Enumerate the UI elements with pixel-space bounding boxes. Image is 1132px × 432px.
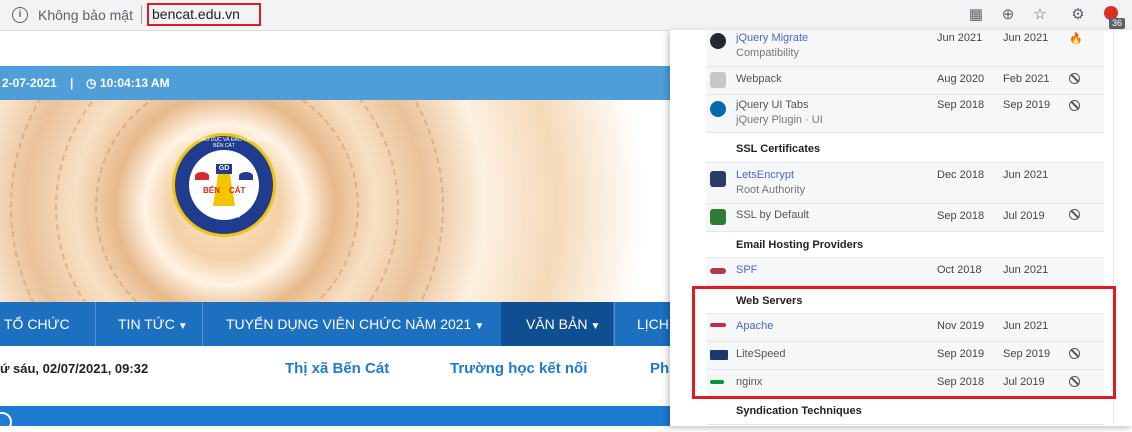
divider <box>706 424 1104 425</box>
first-detected: Sep 2018 <box>937 99 985 111</box>
last-detected: Jun 2021 <box>1003 264 1049 276</box>
extension-gear-icon[interactable]: ⚙ <box>1069 6 1087 24</box>
logo-right-text: CÁT <box>229 186 246 195</box>
nav-label: LỊCH <box>637 316 669 332</box>
ban-icon <box>1069 100 1081 112</box>
logo-gd-text: GD <box>216 164 232 174</box>
last-detected: Jul 2019 <box>1003 210 1045 222</box>
nav-divider <box>614 302 615 346</box>
category-heading-email: Email Hosting Providers <box>736 239 864 251</box>
logo-left-wing <box>195 172 209 180</box>
logo-left-text: BẾN <box>203 186 220 195</box>
school-logo[interactable]: PHÒNG GIÁO DỤC VÀ ĐÀO TẠO THỊ XÃ BẾN CÁT… <box>172 133 276 237</box>
letsencrypt-icon <box>710 171 726 187</box>
first-detected: Dec 2018 <box>937 169 985 181</box>
tech-name[interactable]: Webpack <box>736 73 782 85</box>
first-detected: Aug 2020 <box>937 73 985 85</box>
ticker-link[interactable]: Ph <box>650 360 669 377</box>
tech-row[interactable]: LetsEncrypt Root Authority Dec 2018 Jun … <box>706 163 1104 204</box>
site-time: 10:04:13 AM <box>100 76 170 90</box>
logo-right-wing <box>239 172 253 180</box>
site-banner: PHÒNG GIÁO DỤC VÀ ĐÀO TẠO THỊ XÃ BẾN CÁT… <box>0 100 700 302</box>
section-header-strip <box>0 406 700 432</box>
logo-arc-text: PHÒNG GIÁO DỤC VÀ ĐÀO TẠO THỊ XÃ BẾN CÁT <box>177 137 271 149</box>
date-separator: | <box>70 76 74 90</box>
zoom-icon[interactable]: ⊕ <box>999 6 1017 24</box>
tech-name[interactable]: SSL by Default <box>736 209 809 221</box>
divider <box>141 6 142 24</box>
nav-item-to-chuc[interactable]: TỔ CHỨC <box>4 302 94 346</box>
logo-bottom-text: Bình Dương <box>207 212 241 218</box>
category-heading-syndication: Syndication Techniques <box>736 405 862 417</box>
browser-toolbar: i Không bảo mật bencat.edu.vn ▦ ⊕ ☆ ⚙ 36 <box>0 0 1132 31</box>
last-detected: Jun 2021 <box>1003 32 1049 44</box>
nav-label: TỔ CHỨC <box>4 316 70 332</box>
tech-category: jQuery Plugin · UI <box>736 114 823 126</box>
security-label[interactable]: Không bảo mật <box>38 7 133 23</box>
site-date-bar: 2-07-2021 | ◷ 10:04:13 AM <box>0 66 700 100</box>
ssl-icon <box>710 209 726 225</box>
first-detected: Sep 2018 <box>937 210 985 222</box>
nav-label: TUYỂN DỤNG VIÊN CHỨC NĂM 2021 <box>226 316 472 332</box>
category-heading-ssl: SSL Certificates <box>736 143 821 155</box>
web-servers-highlight-box <box>692 286 1116 399</box>
last-detected: Feb 2021 <box>1003 73 1050 85</box>
clock-icon: ◷ <box>86 76 97 90</box>
caret-down-icon: ▼ <box>474 321 485 332</box>
spf-icon <box>710 268 726 274</box>
tech-row[interactable]: SSL by Default Sep 2018 Jul 2019 <box>706 204 1104 232</box>
tech-row[interactable]: SPF Oct 2018 Jun 2021 <box>706 258 1104 286</box>
nav-label: VĂN BẢN <box>526 316 588 332</box>
nav-divider <box>95 302 96 346</box>
tech-row[interactable]: jQuery Migrate Compatibility Jun 2021 Ju… <box>706 30 1104 67</box>
info-icon[interactable]: i <box>12 7 28 23</box>
nav-item-van-ban[interactable]: VĂN BẢN ▼ <box>501 302 613 346</box>
ticker-link[interactable]: Trường học kết nối <box>450 360 587 377</box>
tech-name[interactable]: LetsEncrypt <box>736 169 794 181</box>
qr-code-icon[interactable]: ▦ <box>967 6 985 24</box>
tech-category: Root Authority <box>736 184 806 196</box>
last-detected: Sep 2019 <box>1003 99 1051 111</box>
main-nav: TỔ CHỨC TIN TỨC ▼ TUYỂN DỤNG VIÊN CHỨC NĂ… <box>0 302 700 346</box>
fire-icon: 🔥 <box>1069 33 1083 45</box>
nav-item-tin-tuc[interactable]: TIN TỨC ▼ <box>118 302 202 346</box>
nav-item-tuyen-dung[interactable]: TUYỂN DỤNG VIÊN CHỨC NĂM 2021 ▼ <box>226 302 500 346</box>
bookmark-star-icon[interactable]: ☆ <box>1031 6 1049 24</box>
tech-category: Compatibility <box>736 47 799 59</box>
last-detected: Jun 2021 <box>1003 169 1049 181</box>
ban-icon <box>1069 209 1081 221</box>
github-icon <box>710 33 726 49</box>
logo-inner: GD BẾN CÁT <box>189 150 259 220</box>
tech-row[interactable]: Webpack Aug 2020 Feb 2021 <box>706 67 1104 95</box>
ban-icon <box>1069 73 1081 85</box>
section-icon <box>0 412 12 432</box>
tech-name[interactable]: jQuery Migrate <box>736 32 808 44</box>
nav-divider <box>202 302 203 346</box>
caret-down-icon: ▼ <box>590 321 601 332</box>
jquery-icon <box>710 101 726 117</box>
webpack-icon <box>710 72 726 88</box>
tech-name[interactable]: SPF <box>736 264 757 276</box>
tech-name[interactable]: jQuery UI Tabs <box>736 99 809 111</box>
ticker-link[interactable]: Thị xã Bến Cát <box>285 360 389 377</box>
nav-label: TIN TỨC <box>118 316 175 332</box>
first-detected: Jun 2021 <box>937 32 983 44</box>
extension-count-badge: 36 <box>1109 18 1126 29</box>
address-bar-url[interactable]: bencat.edu.vn <box>152 6 240 22</box>
site-datetime: ứ sáu, 02/07/2021, 09:32 <box>0 361 149 376</box>
caret-down-icon: ▼ <box>177 321 188 332</box>
first-detected: Oct 2018 <box>937 264 982 276</box>
site-date: 2-07-2021 <box>2 76 57 90</box>
tech-row[interactable]: jQuery UI Tabs jQuery Plugin · UI Sep 20… <box>706 95 1104 133</box>
